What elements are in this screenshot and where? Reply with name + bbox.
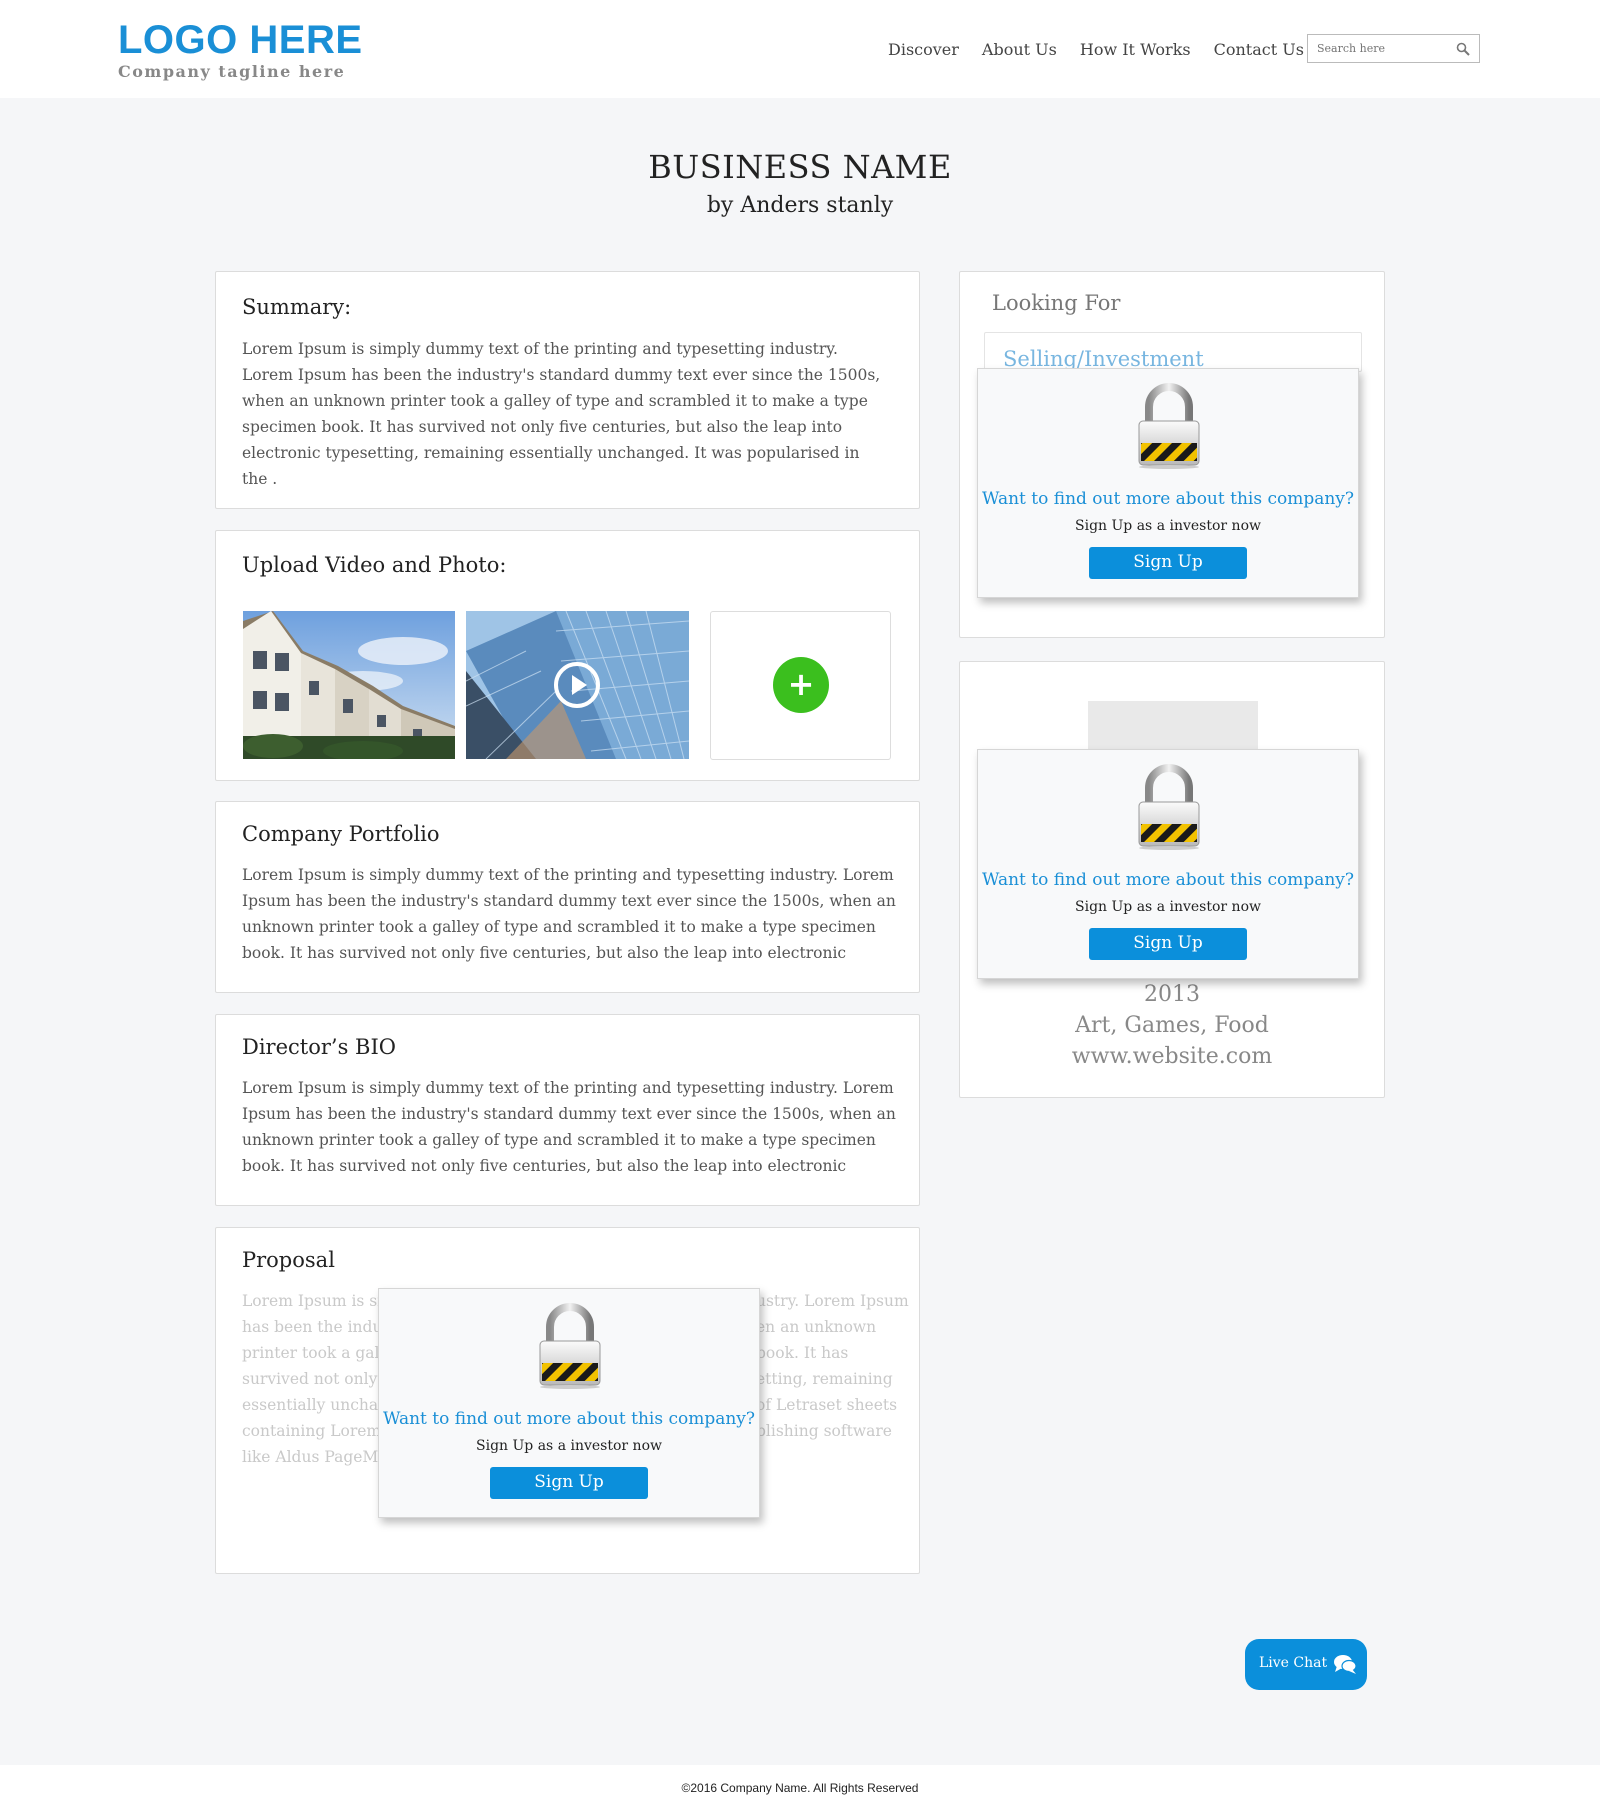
company-info-card: 2013 Art, Games, Food www.website.com Wa… bbox=[959, 661, 1385, 1098]
search-input[interactable] bbox=[1308, 35, 1448, 62]
search-box bbox=[1307, 34, 1480, 63]
live-chat-button[interactable]: Live Chat bbox=[1245, 1639, 1367, 1690]
founded-year: 2013 bbox=[1144, 982, 1200, 1007]
popup-subtitle: Sign Up as a investor now bbox=[476, 1438, 662, 1454]
lock-icon bbox=[539, 1303, 601, 1389]
nav-how-it-works[interactable]: How It Works bbox=[1080, 40, 1191, 59]
proposal-line: book. It has bbox=[756, 1344, 849, 1362]
proposal-card: Proposal Lorem Ipsum is sir has been the… bbox=[215, 1227, 920, 1574]
summary-title: Summary: bbox=[242, 295, 352, 319]
proposal-line: printer took a galle bbox=[242, 1344, 394, 1362]
popup-question: Want to find out more about this company… bbox=[382, 1409, 756, 1429]
portfolio-card: Company Portfolio Lorem Ipsum is simply … bbox=[215, 801, 920, 993]
locked-content-popup: Want to find out more about this company… bbox=[977, 368, 1359, 598]
portfolio-title: Company Portfolio bbox=[242, 822, 440, 846]
proposal-line: containing Lorem I bbox=[242, 1422, 393, 1440]
sign-up-button[interactable]: Sign Up bbox=[1089, 928, 1247, 960]
portfolio-text: Lorem Ipsum is simply dummy text of the … bbox=[242, 866, 896, 962]
nav-discover[interactable]: Discover bbox=[888, 40, 959, 59]
proposal-line: like Aldus PageMal bbox=[242, 1448, 393, 1466]
footer: ©2016 Company Name. All Rights Reserved bbox=[0, 1765, 1600, 1800]
chat-bubbles-icon bbox=[1334, 1655, 1357, 1674]
photo-thumbnail[interactable] bbox=[243, 611, 455, 759]
business-name: BUSINESS NAME bbox=[648, 148, 952, 186]
nav-about-us[interactable]: About Us bbox=[982, 40, 1057, 59]
sign-up-button[interactable]: Sign Up bbox=[1089, 547, 1247, 579]
logo[interactable]: LOGO HERE Company tagline here bbox=[118, 20, 363, 81]
company-categories: Art, Games, Food bbox=[1075, 1013, 1269, 1038]
proposal-line: en an unknown bbox=[756, 1318, 877, 1336]
upload-title: Upload Video and Photo: bbox=[242, 553, 507, 577]
proposal-line: ustry. Lorem Ipsum bbox=[756, 1292, 909, 1310]
search-icon[interactable] bbox=[1456, 42, 1470, 56]
lock-icon bbox=[1138, 383, 1200, 469]
proposal-text-right: ustry. Lorem Ipsum en an unknown book. I… bbox=[756, 1288, 909, 1444]
sign-up-button[interactable]: Sign Up bbox=[490, 1467, 648, 1499]
popup-question: Want to find out more about this company… bbox=[981, 870, 1355, 890]
company-logo-placeholder bbox=[1088, 701, 1258, 751]
looking-for-title: Looking For bbox=[992, 291, 1121, 315]
copyright-text: ©2016 Company Name. All Rights Reserved bbox=[681, 1781, 919, 1795]
bio-card: Director’s BIO Lorem Ipsum is simply dum… bbox=[215, 1014, 920, 1206]
summary-card: Summary: Lorem Ipsum is simply dummy tex… bbox=[215, 271, 920, 509]
proposal-line: blishing software bbox=[756, 1422, 892, 1440]
lock-icon bbox=[1138, 764, 1200, 850]
popup-question: Want to find out more about this company… bbox=[981, 489, 1355, 509]
popup-subtitle: Sign Up as a investor now bbox=[1075, 518, 1261, 534]
locked-content-popup: Want to find out more about this company… bbox=[977, 749, 1359, 979]
locked-content-popup: Want to find out more about this company… bbox=[378, 1288, 760, 1518]
proposal-title: Proposal bbox=[242, 1248, 335, 1272]
nav-contact-us[interactable]: Contact Us bbox=[1214, 40, 1304, 59]
proposal-line: essentially unchan bbox=[242, 1396, 389, 1414]
looking-for-card: Looking For Selling/Investment Want to f… bbox=[959, 271, 1385, 638]
popup-subtitle: Sign Up as a investor now bbox=[1075, 899, 1261, 915]
proposal-line: survived not only f bbox=[242, 1370, 389, 1388]
main-nav: Discover About Us How It Works Contact U… bbox=[888, 40, 1304, 59]
logo-tagline: Company tagline here bbox=[118, 62, 346, 81]
add-media-tile: + bbox=[710, 611, 891, 760]
site-header: LOGO HERE Company tagline here Discover … bbox=[0, 0, 1600, 98]
upload-card: Upload Video and Photo: + bbox=[215, 530, 920, 781]
logo-text: LOGO HERE bbox=[118, 18, 363, 62]
looking-for-value-box: Selling/Investment bbox=[984, 332, 1362, 372]
play-icon[interactable] bbox=[553, 661, 601, 709]
bio-text: Lorem Ipsum is simply dummy text of the … bbox=[242, 1079, 896, 1175]
company-website[interactable]: www.website.com bbox=[960, 1044, 1384, 1069]
summary-text: Lorem Ipsum is simply dummy text of the … bbox=[242, 340, 881, 488]
proposal-line: Lorem Ipsum is sir bbox=[242, 1292, 390, 1310]
business-byline: by Anders stanly bbox=[706, 193, 894, 218]
add-media-button[interactable]: + bbox=[773, 657, 829, 713]
proposal-line: of Letraset sheets bbox=[756, 1396, 898, 1414]
video-thumbnail[interactable] bbox=[466, 611, 689, 759]
proposal-line: has been the indus bbox=[242, 1318, 391, 1336]
proposal-line: etting, remaining bbox=[756, 1370, 893, 1388]
proposal-text-left: Lorem Ipsum is sir has been the indus pr… bbox=[242, 1288, 394, 1470]
bio-title: Director’s BIO bbox=[242, 1035, 396, 1059]
live-chat-label: Live Chat bbox=[1259, 1655, 1328, 1671]
